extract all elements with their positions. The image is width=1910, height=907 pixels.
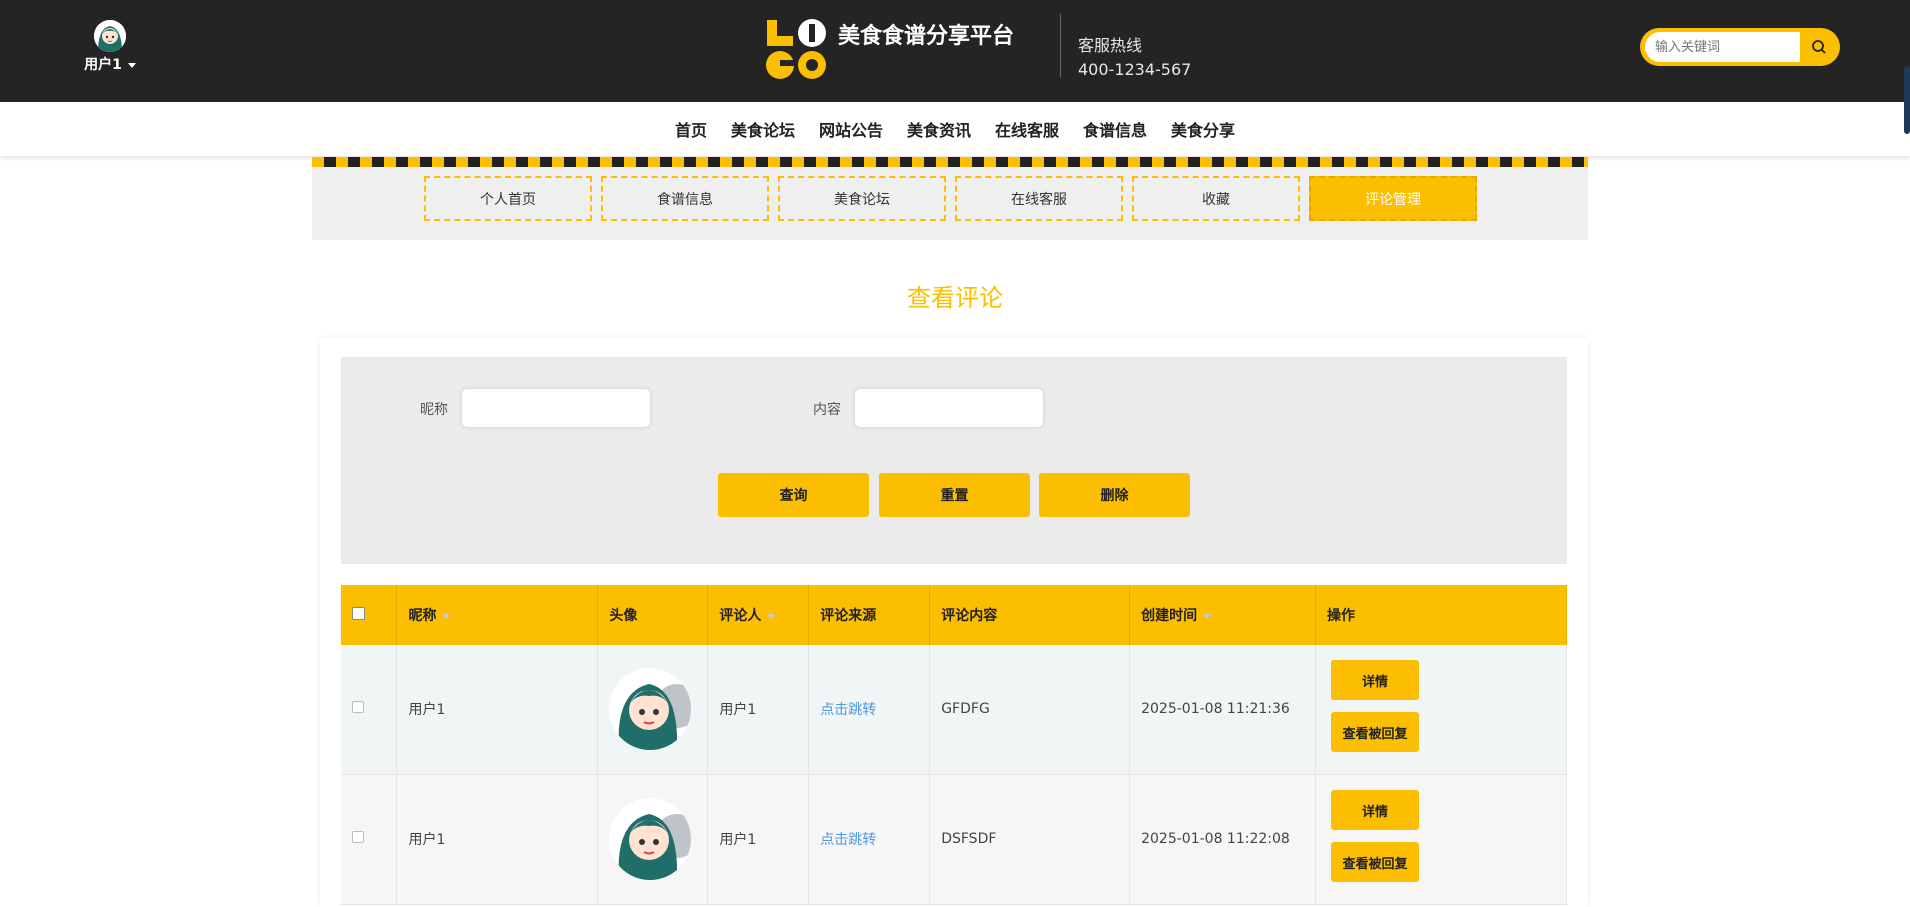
query-button[interactable]: 查询 xyxy=(718,473,869,517)
table-header-row: 昵称 头像 评论人 评论来源 评论内容 创建时间 操作 xyxy=(341,585,1567,645)
cell-created: 2025-01-08 11:22:08 xyxy=(1129,774,1317,905)
search-box xyxy=(1640,28,1840,66)
top-bar xyxy=(0,0,1910,102)
hotline-label: 客服热线 xyxy=(1078,36,1143,55)
avatar xyxy=(609,798,692,880)
sort-icon[interactable] xyxy=(1203,613,1212,619)
col-source: 评论来源 xyxy=(808,585,931,645)
cell-nickname: 用户1 xyxy=(396,645,599,775)
tab-profile[interactable]: 个人首页 xyxy=(424,176,592,221)
nav-announcement[interactable]: 网站公告 xyxy=(807,117,895,141)
tab-online-service[interactable]: 在线客服 xyxy=(955,176,1123,221)
sort-icon[interactable] xyxy=(442,613,451,619)
site-logo[interactable]: LIGO xyxy=(765,18,827,80)
nav-home[interactable]: 首页 xyxy=(663,117,719,141)
view-reply-button[interactable]: 查看被回复 xyxy=(1331,712,1420,753)
col-avatar: 头像 xyxy=(597,585,709,645)
page-title: 查看评论 xyxy=(907,284,1003,312)
header-divider xyxy=(1060,14,1061,78)
tab-recipes[interactable]: 食谱信息 xyxy=(601,176,769,221)
hotline: 客服热线 400-1234-567 xyxy=(1078,34,1191,82)
nav-online-service[interactable]: 在线客服 xyxy=(983,117,1071,141)
nickname-label: 昵称 xyxy=(420,402,448,418)
hotline-number: 400-1234-567 xyxy=(1078,60,1192,79)
view-reply-button[interactable]: 查看被回复 xyxy=(1331,842,1420,882)
detail-button[interactable]: 详情 xyxy=(1331,660,1420,701)
row-checkbox[interactable] xyxy=(352,831,364,843)
nav-recipes[interactable]: 食谱信息 xyxy=(1071,117,1159,141)
chevron-down-icon[interactable] xyxy=(127,62,136,68)
cell-content: DSFSDF xyxy=(929,774,1131,905)
row-checkbox[interactable] xyxy=(352,701,364,714)
user-menu[interactable]: 用户1 xyxy=(80,20,140,74)
cell-commenter: 用户1 xyxy=(707,645,810,775)
scrollbar-thumb[interactable] xyxy=(1904,66,1910,134)
table-row: 用户1 用户1 点击跳转 DSFSDF 2025-01-08 11:22:08 … xyxy=(341,774,1567,905)
decorative-stripe xyxy=(312,157,1588,167)
detail-button[interactable]: 详情 xyxy=(1331,790,1420,830)
table-row: 用户1 用户1 点击跳转 GFDFG 2025-01-08 11:21:36 详… xyxy=(341,645,1567,775)
content-input[interactable] xyxy=(854,388,1044,428)
source-link[interactable]: 点击跳转 xyxy=(820,702,876,718)
avatar xyxy=(609,668,692,751)
cell-created: 2025-01-08 11:21:36 xyxy=(1129,645,1317,775)
tab-favorites[interactable]: 收藏 xyxy=(1132,176,1300,221)
main-nav: 首页 美食论坛 网站公告 美食资讯 在线客服 食谱信息 美食分享 xyxy=(0,102,1910,156)
delete-button[interactable]: 删除 xyxy=(1039,473,1190,517)
user-avatar xyxy=(94,20,126,52)
nav-forum[interactable]: 美食论坛 xyxy=(719,117,807,141)
site-title: 美食食谱分享平台 xyxy=(838,24,1015,49)
col-nickname: 昵称 xyxy=(408,608,437,624)
source-link[interactable]: 点击跳转 xyxy=(820,832,876,848)
select-all-checkbox[interactable] xyxy=(352,606,365,620)
col-created: 创建时间 xyxy=(1141,608,1198,624)
content-label: 内容 xyxy=(813,402,841,418)
col-content: 评论内容 xyxy=(929,585,1131,645)
cell-commenter: 用户1 xyxy=(707,774,810,905)
search-icon[interactable] xyxy=(1803,32,1835,62)
user-name: 用户1 xyxy=(84,57,122,73)
col-commenter: 评论人 xyxy=(719,608,762,624)
cell-nickname: 用户1 xyxy=(396,774,599,905)
nav-share[interactable]: 美食分享 xyxy=(1159,117,1247,141)
search-input[interactable] xyxy=(1645,32,1800,62)
tab-comment-management[interactable]: 评论管理 xyxy=(1309,176,1477,221)
reset-button[interactable]: 重置 xyxy=(879,473,1030,517)
sort-icon[interactable] xyxy=(767,613,776,619)
col-actions: 操作 xyxy=(1315,585,1567,645)
nav-news[interactable]: 美食资讯 xyxy=(895,117,983,141)
tab-forum[interactable]: 美食论坛 xyxy=(778,176,946,221)
cell-content: GFDFG xyxy=(929,645,1131,775)
comments-table: 昵称 头像 评论人 评论来源 评论内容 创建时间 操作 用户1 用户1 点击跳转… xyxy=(341,585,1567,905)
nickname-input[interactable] xyxy=(461,388,651,428)
